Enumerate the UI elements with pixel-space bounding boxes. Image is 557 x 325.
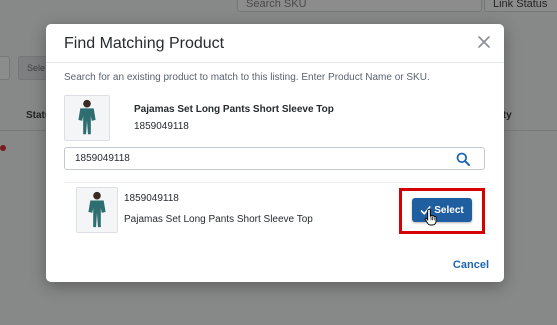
- product-search-input[interactable]: [66, 149, 446, 168]
- select-button[interactable]: Select: [412, 198, 472, 222]
- modal-divider: [46, 62, 504, 63]
- listing-product-name: Pajamas Set Long Pants Short Sleeve Top: [134, 104, 334, 115]
- select-button-label: Select: [434, 204, 464, 216]
- result-product-name: Pajamas Set Long Pants Short Sleeve Top: [124, 214, 313, 225]
- result-product-sku: 1859049118: [124, 193, 179, 204]
- result-product-image: [76, 187, 118, 233]
- modal-instructions: Search for an existing product to match …: [64, 72, 430, 83]
- find-matching-product-modal: Find Matching Product Search for an exis…: [46, 24, 504, 282]
- hand-cursor-icon: [424, 208, 438, 226]
- cancel-button[interactable]: Cancel: [453, 259, 489, 271]
- listing-product-image: [64, 95, 110, 141]
- search-icon[interactable]: [456, 152, 470, 166]
- modal-title: Find Matching Product: [64, 35, 225, 52]
- close-icon[interactable]: [476, 34, 492, 50]
- product-search-box: [64, 147, 485, 170]
- listing-product-sku: 1859049118: [134, 121, 189, 132]
